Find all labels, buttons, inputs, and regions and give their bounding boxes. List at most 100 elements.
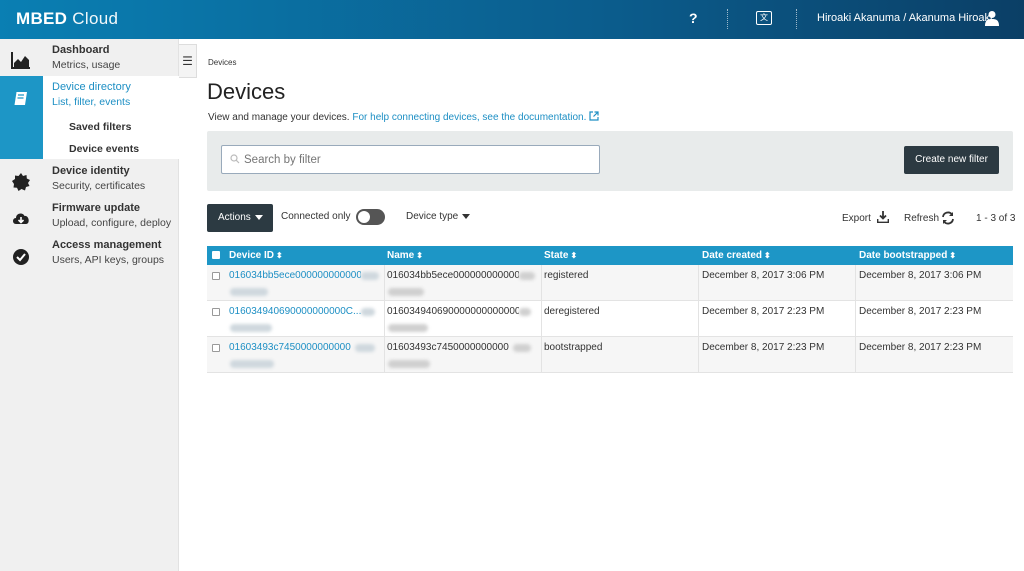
language-icon[interactable]: 文: [756, 11, 772, 25]
column-divider: [541, 265, 542, 301]
sidebar-item-subtitle: Metrics, usage: [52, 59, 121, 71]
sidebar-item-title: Access management: [52, 239, 162, 251]
connected-only-toggle[interactable]: [356, 209, 385, 225]
device-state: registered: [544, 270, 589, 281]
sidebar-item-firmware-update[interactable]: Firmware update Upload, configure, deplo…: [0, 197, 179, 235]
column-label: Date created: [702, 250, 763, 261]
documentation-link[interactable]: For help connecting devices, see the doc…: [352, 112, 586, 123]
column-divider: [384, 337, 385, 373]
column-header-date-created[interactable]: Date created ⬍: [702, 250, 771, 261]
user-icon[interactable]: [985, 10, 999, 26]
cloud-download-icon: [13, 213, 29, 224]
column-header-device-id[interactable]: Device ID ⬍: [229, 250, 283, 261]
redacted-text: [388, 288, 424, 296]
search-input[interactable]: [244, 150, 594, 170]
header-divider: [727, 9, 728, 29]
device-id-link[interactable]: 01603493c7450000000000: [229, 342, 355, 353]
column-divider: [384, 301, 385, 337]
subnav-device-events[interactable]: Device events: [69, 143, 139, 155]
date-created: December 8, 2017 2:23 PM: [702, 306, 825, 317]
date-created: December 8, 2017 2:23 PM: [702, 342, 825, 353]
header-divider: [796, 9, 797, 29]
badge-icon: [12, 173, 30, 191]
sidebar-item-title: Device directory: [52, 81, 131, 93]
sidebar-item-dashboard[interactable]: Dashboard Metrics, usage: [0, 39, 179, 76]
check-circle-icon: [13, 249, 29, 265]
intro-text: View and manage your devices. For help c…: [208, 111, 599, 123]
subnav-saved-filters[interactable]: Saved filters: [69, 121, 131, 133]
column-divider: [855, 265, 856, 301]
toggle-knob: [358, 211, 370, 223]
redacted-text: [519, 272, 535, 280]
row-checkbox[interactable]: [212, 344, 220, 352]
column-label: Name: [387, 250, 415, 261]
sort-icon: ⬍: [276, 251, 283, 260]
filter-panel: Create new filter: [207, 131, 1013, 191]
table-row[interactable]: 016034bb5ece000000000000 016034bb5ece000…: [207, 265, 1013, 301]
column-divider: [541, 301, 542, 337]
redacted-text: [355, 344, 375, 352]
device-state: bootstrapped: [544, 342, 603, 353]
actions-dropdown-button[interactable]: Actions: [207, 204, 273, 232]
redacted-text: [361, 272, 379, 280]
date-bootstrapped: December 8, 2017 2:23 PM: [859, 342, 982, 353]
caret-down-icon: [462, 213, 471, 219]
redacted-text: [230, 288, 268, 296]
row-checkbox[interactable]: [212, 272, 220, 280]
export-button[interactable]: Export: [842, 213, 871, 224]
sidebar-item-title: Device identity: [52, 165, 130, 177]
result-count: 1 - 3 of 3: [976, 213, 1016, 224]
hamburger-icon: ☰: [182, 54, 193, 68]
column-header-date-bootstrapped[interactable]: Date bootstrapped ⬍: [859, 250, 956, 261]
row-checkbox[interactable]: [212, 308, 220, 316]
user-name[interactable]: Hiroaki Akanuma / Akanuma Hiroaki: [817, 12, 992, 24]
device-id-link[interactable]: 016034940690000000000C...: [229, 306, 361, 317]
column-label: Device ID: [229, 250, 275, 261]
logo-bold-text: MBED: [16, 9, 68, 28]
search-field[interactable]: [221, 145, 600, 174]
column-divider: [855, 301, 856, 337]
redacted-text: [230, 324, 272, 332]
device-id-link[interactable]: 016034bb5ece000000000000: [229, 270, 361, 281]
intro-description: View and manage your devices.: [208, 112, 353, 123]
column-divider: [698, 301, 699, 337]
date-bootstrapped: December 8, 2017 3:06 PM: [859, 270, 982, 281]
column-divider: [855, 337, 856, 373]
table-row[interactable]: 01603493c7450000000000 01603493c74500000…: [207, 337, 1013, 373]
download-icon[interactable]: [877, 211, 889, 223]
mbed-cloud-logo[interactable]: MBED Cloud: [16, 9, 118, 29]
sidebar-item-subtitle: List, filter, events: [52, 96, 131, 108]
breadcrumb[interactable]: Devices: [208, 58, 236, 67]
column-header-state[interactable]: State ⬍: [544, 250, 577, 261]
column-divider: [541, 337, 542, 373]
refresh-button[interactable]: Refresh: [904, 213, 939, 224]
sidebar-collapse-button[interactable]: ☰: [179, 44, 197, 78]
date-bootstrapped: December 8, 2017 2:23 PM: [859, 306, 982, 317]
help-icon[interactable]: ?: [689, 10, 698, 26]
sidebar-item-subtitle: Upload, configure, deploy: [52, 217, 172, 229]
table-row[interactable]: 016034940690000000000C... 01603494069000…: [207, 301, 1013, 337]
device-name: 01603493c7450000000000: [387, 342, 509, 353]
refresh-icon[interactable]: [941, 211, 955, 225]
sidebar-item-device-directory[interactable]: Device directory List, filter, events Sa…: [0, 76, 179, 159]
sidebar-item-access-management[interactable]: Access management Users, API keys, group…: [0, 235, 179, 273]
top-bar: MBED Cloud ? 文 Hiroaki Akanuma / Akanuma…: [0, 0, 1024, 39]
sidebar: Dashboard Metrics, usage Device director…: [0, 39, 179, 571]
column-divider: [698, 265, 699, 301]
device-type-label: Device type: [406, 211, 459, 222]
sort-icon: ⬍: [764, 251, 771, 260]
create-new-filter-button[interactable]: Create new filter: [904, 146, 999, 174]
device-type-dropdown[interactable]: Device type: [406, 211, 471, 222]
sidebar-item-device-identity[interactable]: Device identity Security, certificates: [0, 161, 179, 197]
sort-icon: ⬍: [570, 251, 578, 260]
column-label: State: [544, 250, 569, 261]
sidebar-item-subtitle: Users, API keys, groups: [52, 254, 165, 266]
page-title: Devices: [207, 79, 286, 104]
redacted-text: [361, 308, 375, 316]
select-all-checkbox[interactable]: [212, 251, 220, 259]
sort-icon: ⬍: [416, 251, 423, 260]
column-divider: [698, 337, 699, 373]
external-link-icon[interactable]: [589, 111, 599, 121]
column-header-name[interactable]: Name ⬍: [387, 250, 423, 261]
sort-icon: ⬍: [949, 251, 957, 260]
